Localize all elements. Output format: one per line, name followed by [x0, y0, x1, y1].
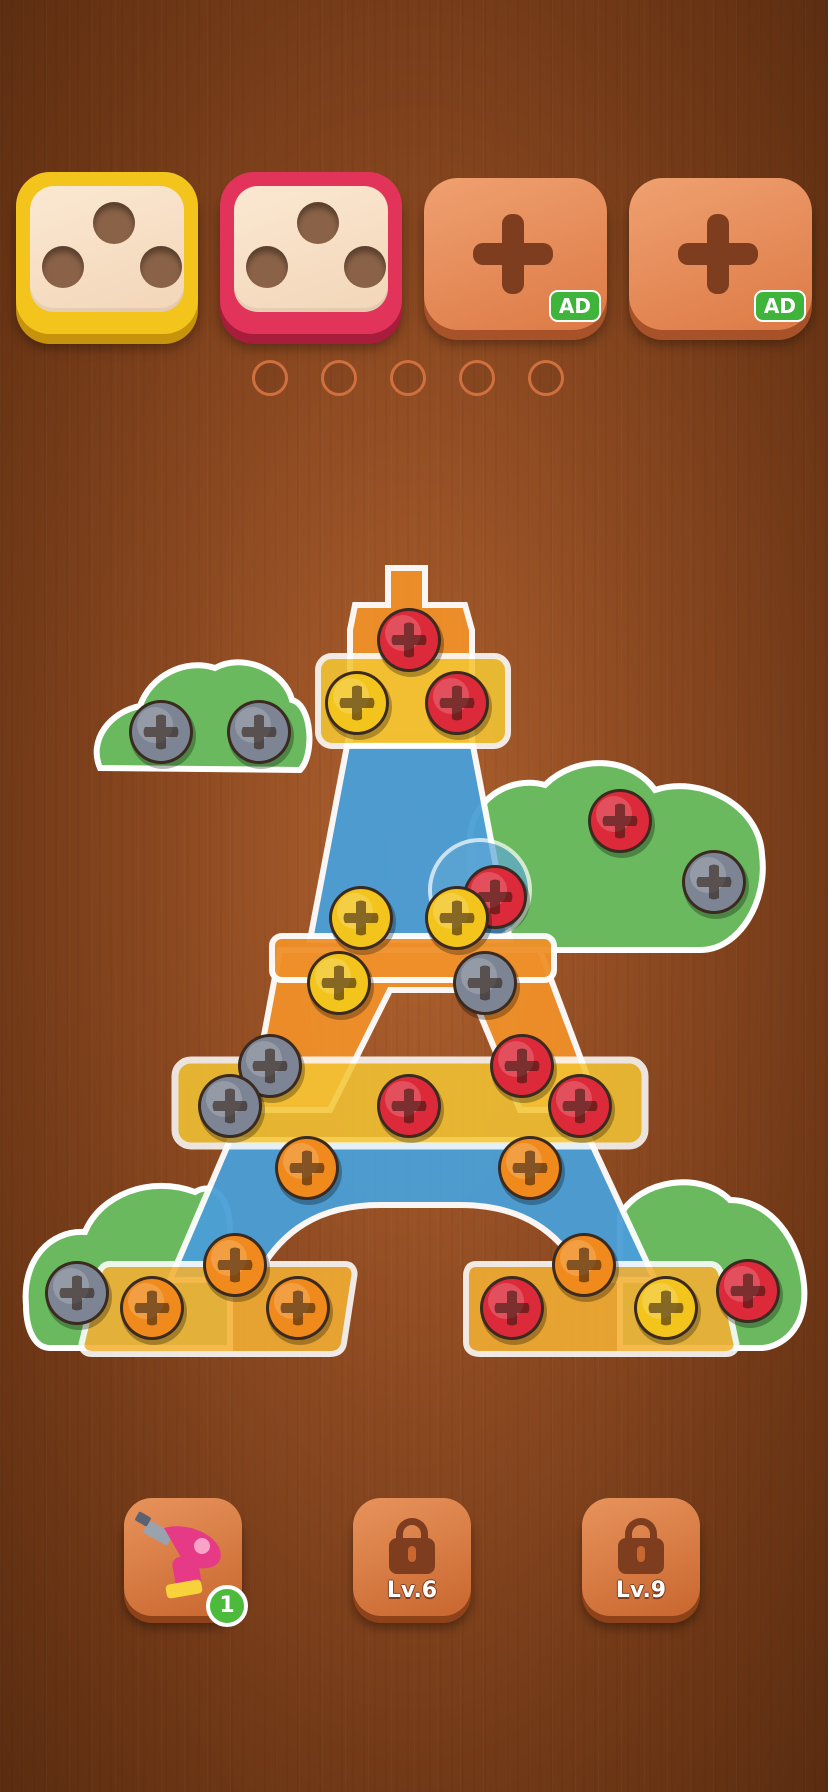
unlock-level-label: Lv.6: [386, 1578, 438, 1603]
drill-count-badge: 1: [206, 1585, 248, 1627]
locked-tool-button[interactable]: Lv.9: [582, 1498, 700, 1616]
unlock-level-label: Lv.9: [615, 1578, 667, 1603]
locked-tool-button[interactable]: Lv.6: [353, 1498, 471, 1616]
lock-keyhole: [637, 1546, 645, 1562]
lock-keyhole: [408, 1546, 416, 1562]
